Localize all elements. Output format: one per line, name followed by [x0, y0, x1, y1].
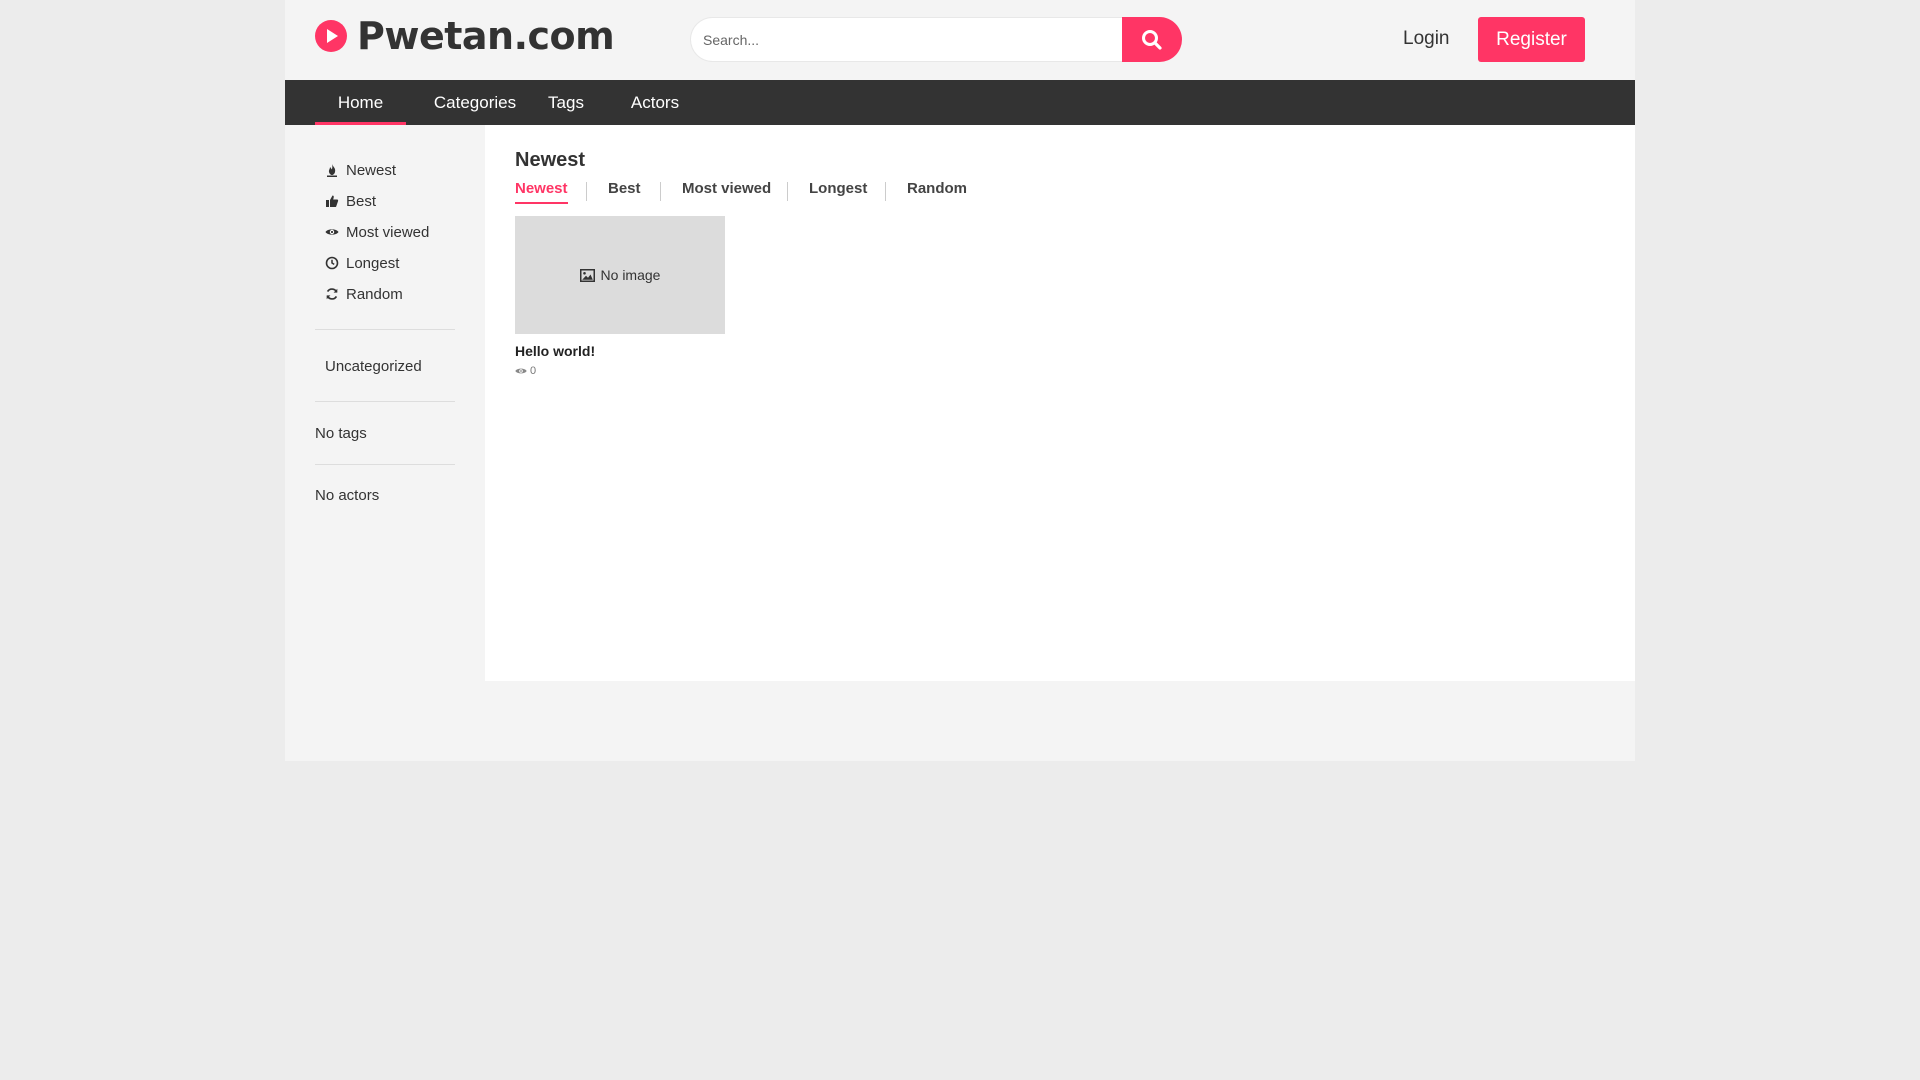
site-container: Pwetan.com Login Register Home Categorie…	[285, 0, 1635, 761]
main-content: Newest Newest Best Most viewed Longest R…	[485, 125, 1635, 681]
thumbs-up-icon	[326, 195, 339, 207]
sidebar-divider	[315, 464, 455, 465]
refresh-icon	[326, 288, 338, 300]
sidebar-filter-label: Best	[346, 192, 377, 210]
sidebar-filter-label: Newest	[346, 161, 397, 179]
thumbnail-placeholder: No image	[579, 267, 661, 283]
sidebar-actors-text: No actors	[315, 487, 380, 504]
search-input[interactable]	[690, 17, 1122, 62]
no-image-text: No image	[600, 267, 661, 283]
sidebar-filter-label: Random	[346, 285, 403, 303]
tab-longest[interactable]: Longest	[809, 180, 867, 202]
tab-most-viewed[interactable]: Most viewed	[682, 180, 771, 202]
sidebar-divider	[315, 329, 455, 330]
tab-random[interactable]: Random	[907, 180, 967, 202]
clock-icon	[325, 256, 339, 270]
video-views: 0	[515, 365, 536, 377]
nav-item-home[interactable]: Home	[315, 80, 406, 125]
sidebar-tags-text: No tags	[315, 425, 367, 442]
sidebar-filter-most-viewed[interactable]: Most viewed	[325, 222, 429, 242]
image-icon	[579, 268, 595, 282]
nav-item-actors[interactable]: Actors	[630, 80, 680, 125]
views-count: 0	[530, 365, 537, 377]
eye-icon	[325, 229, 339, 235]
search-button[interactable]	[1122, 17, 1182, 62]
logo-text: Pwetan.com	[357, 14, 615, 58]
nav-item-tags[interactable]: Tags	[545, 80, 587, 125]
nav-item-categories[interactable]: Categories	[430, 80, 520, 125]
tab-separator	[586, 182, 587, 201]
video-title[interactable]: Hello world!	[515, 343, 595, 359]
login-link[interactable]: Login	[1403, 27, 1450, 51]
sidebar-filter-longest[interactable]: Longest	[325, 253, 399, 273]
play-logo-icon	[315, 20, 347, 52]
tab-best[interactable]: Best	[608, 180, 641, 202]
sidebar-divider	[315, 401, 455, 402]
eye-icon	[515, 368, 527, 374]
video-thumbnail[interactable]: No image	[515, 216, 725, 334]
sidebar-filter-label: Most viewed	[346, 223, 430, 241]
tab-separator	[885, 182, 886, 201]
sidebar-filter-random[interactable]: Random	[325, 284, 403, 304]
sidebar-filter-newest[interactable]: Newest	[325, 160, 396, 180]
search-icon	[1142, 29, 1162, 50]
sidebar-filter-label: Longest	[346, 254, 400, 272]
tab-separator	[787, 182, 788, 201]
header: Pwetan.com Login Register	[285, 0, 1635, 80]
register-button[interactable]: Register	[1478, 17, 1585, 62]
sidebar-filter-best[interactable]: Best	[325, 191, 376, 211]
sidebar: Newest Best Most viewed Longest Random U…	[285, 125, 485, 761]
sidebar-category-uncategorized[interactable]: Uncategorized	[325, 358, 422, 375]
tab-separator	[660, 182, 661, 201]
tab-newest[interactable]: Newest	[515, 180, 568, 204]
logo[interactable]: Pwetan.com	[315, 14, 615, 58]
search-form	[690, 17, 1182, 62]
page-title: Newest	[515, 149, 586, 171]
fire-icon	[327, 164, 337, 177]
main-nav: Home Categories Tags Actors	[285, 80, 1635, 125]
